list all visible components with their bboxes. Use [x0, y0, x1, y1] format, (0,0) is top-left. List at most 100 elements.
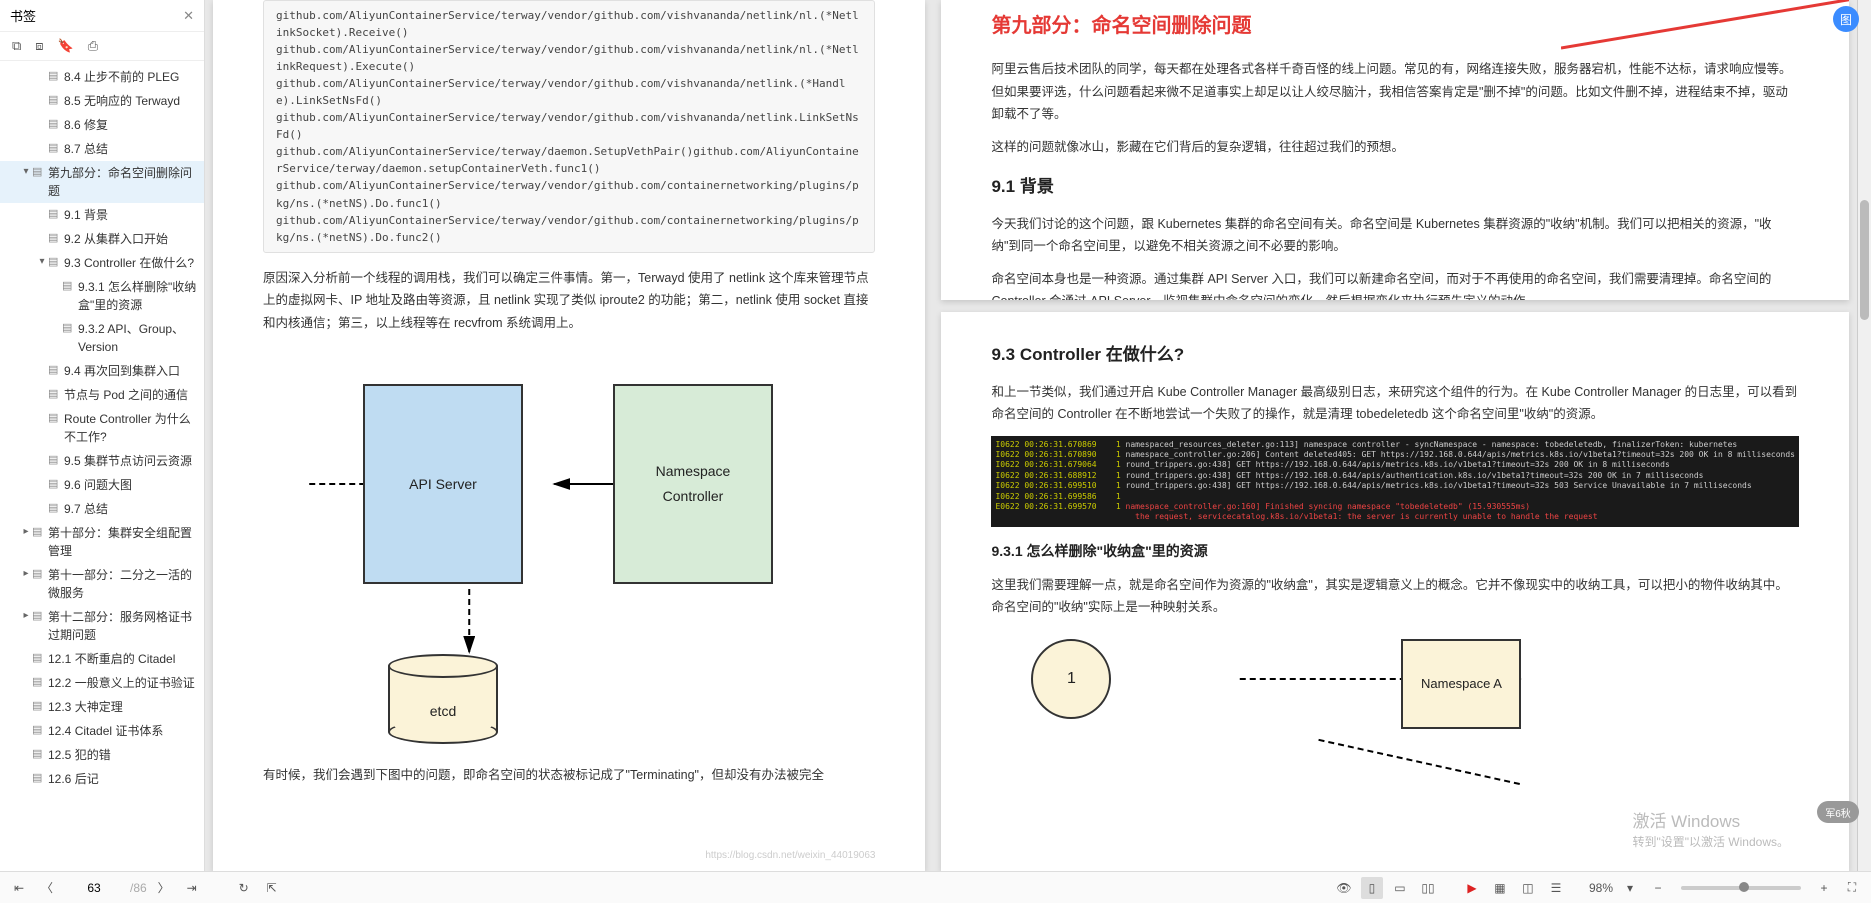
- collapse-all-icon[interactable]: ⧈: [35, 38, 43, 54]
- bookmark-add-icon[interactable]: ⎙: [88, 38, 98, 54]
- bookmark-icon[interactable]: 🔖: [58, 38, 74, 54]
- zoom-slider-thumb[interactable]: [1739, 882, 1749, 892]
- outline-button[interactable]: ☰: [1545, 877, 1567, 899]
- toc-item-label: 9.3.2 API、Group、Version: [78, 320, 198, 356]
- toc-item[interactable]: ▤9.5 集群节点访问云资源: [0, 449, 204, 473]
- toc-item[interactable]: ▤9.4 再次回到集群入口: [0, 359, 204, 383]
- page-number-input[interactable]: [64, 880, 124, 896]
- bookmark-item-icon: ▤: [32, 164, 44, 181]
- bookmark-item-icon: ▤: [62, 320, 74, 337]
- toc-item[interactable]: ▤8.6 修复: [0, 113, 204, 137]
- bookmark-item-icon: ▤: [48, 362, 60, 379]
- next-page-button[interactable]: 〉: [153, 877, 175, 899]
- toc-item-label: 8.4 止步不前的 PLEG: [64, 68, 198, 86]
- sidebar-toolbar: ⧉ ⧈ 🔖 ⎙: [0, 32, 204, 61]
- toc-item[interactable]: ▤12.1 不断重启的 Citadel: [0, 647, 204, 671]
- bookmark-item-icon: ▤: [48, 230, 60, 247]
- prev-page-button[interactable]: 〈: [36, 877, 58, 899]
- toc-item[interactable]: ▤9.1 背景: [0, 203, 204, 227]
- toc-item[interactable]: ▸▤第十部分：集群安全组配置管理: [0, 521, 204, 563]
- etcd-cylinder: etcd: [388, 654, 498, 744]
- mapping-diagram: 1 Namespace A: [991, 629, 1799, 789]
- single-page-view-button[interactable]: ▯: [1361, 877, 1383, 899]
- expand-arrow-icon[interactable]: ▸: [20, 608, 32, 623]
- toc-item[interactable]: ▤8.5 无响应的 Terwayd: [0, 89, 204, 113]
- vertical-scrollbar[interactable]: [1857, 0, 1871, 871]
- assistant-float-button[interactable]: 图: [1833, 6, 1859, 32]
- bookmark-item-icon: ▤: [32, 746, 44, 763]
- sidebar-close-button[interactable]: ✕: [183, 8, 194, 24]
- bookmark-item-icon: ▤: [32, 566, 44, 583]
- toc-item[interactable]: ▤12.2 一般意义上的证书验证: [0, 671, 204, 695]
- toc-item[interactable]: ▤8.4 止步不前的 PLEG: [0, 65, 204, 89]
- toc-item[interactable]: ▾▤第九部分：命名空间删除问题: [0, 161, 204, 203]
- bookmark-item-icon: ▤: [32, 722, 44, 739]
- bookmark-item-icon: ▤: [32, 698, 44, 715]
- fullscreen-button[interactable]: ⛶: [1841, 877, 1863, 899]
- section-title: 第九部分：命名空间删除问题: [991, 8, 1799, 44]
- slideshow-button[interactable]: ▶: [1461, 877, 1483, 899]
- bookmark-item-icon: ▤: [48, 140, 60, 157]
- view-mode-icon[interactable]: 👁: [1333, 877, 1355, 899]
- toc-item[interactable]: ▤9.6 问题大图: [0, 473, 204, 497]
- page-total-label: /86: [130, 881, 147, 895]
- grid-view-button[interactable]: ▦: [1489, 877, 1511, 899]
- toc-item[interactable]: ▤8.7 总结: [0, 137, 204, 161]
- bookmark-item-icon: ▤: [32, 674, 44, 691]
- first-page-button[interactable]: ⇤: [8, 877, 30, 899]
- last-page-button[interactable]: ⇥: [181, 877, 203, 899]
- toc-item-label: 12.1 不断重启的 Citadel: [48, 650, 198, 668]
- export-button[interactable]: ⇱: [261, 877, 283, 899]
- bookmark-item-icon: ▤: [62, 278, 74, 295]
- scroll-thumb[interactable]: [1860, 200, 1869, 320]
- bookmark-item-icon: ▤: [48, 386, 60, 403]
- zoom-out-button[interactable]: −: [1647, 877, 1669, 899]
- api-server-box: API Server: [363, 384, 523, 584]
- expand-arrow-icon[interactable]: ▸: [20, 566, 32, 581]
- expand-arrow-icon[interactable]: ▾: [20, 164, 32, 179]
- bookmark-item-icon: ▤: [32, 650, 44, 667]
- toc-item-label: 9.2 从集群入口开始: [64, 230, 198, 248]
- zoom-dropdown-icon[interactable]: ▾: [1619, 877, 1641, 899]
- toc-item[interactable]: ▤9.3.2 API、Group、Version: [0, 317, 204, 359]
- toc-item[interactable]: ▤节点与 Pod 之间的通信: [0, 383, 204, 407]
- rotate-button[interactable]: ↻: [233, 877, 255, 899]
- paragraph: 和上一节类似，我们通过开启 Kube Controller Manager 最高…: [991, 381, 1799, 426]
- bookmark-item-icon: ▤: [48, 500, 60, 517]
- zoom-in-button[interactable]: +: [1813, 877, 1835, 899]
- paragraph: 这里我们需要理解一点，就是命名空间作为资源的"收纳盒"，其实是逻辑意义上的概念。…: [991, 574, 1799, 619]
- paragraph: 原因深入分析前一个线程的调用栈，我们可以确定三件事情。第一，Terwayd 使用…: [263, 267, 875, 335]
- sidebar-title: 书签: [10, 6, 36, 25]
- toc-item-label: 9.7 总结: [64, 500, 198, 518]
- toc-item[interactable]: ▾▤9.3 Controller 在做什么?: [0, 251, 204, 275]
- toc-item[interactable]: ▸▤第十一部分：二分之一活的微服务: [0, 563, 204, 605]
- toc-item-label: 8.5 无响应的 Terwayd: [64, 92, 198, 110]
- toc-item[interactable]: ▤9.2 从集群入口开始: [0, 227, 204, 251]
- zoom-slider[interactable]: [1681, 886, 1801, 890]
- expand-all-icon[interactable]: ⧉: [12, 38, 21, 54]
- toc-item[interactable]: ▸▤第十二部分：服务网格证书过期问题: [0, 605, 204, 647]
- toc-item-label: 第十部分：集群安全组配置管理: [48, 524, 198, 560]
- expand-arrow-icon[interactable]: ▾: [36, 254, 48, 269]
- bookmark-item-icon: ▤: [48, 476, 60, 493]
- document-viewport: github.com/AliyunContainerService/terway…: [205, 0, 1871, 871]
- page-right-bottom: 9.3 Controller 在做什么? 和上一节类似，我们通过开启 Kube …: [941, 312, 1849, 871]
- toc-item[interactable]: ▤12.5 犯的错: [0, 743, 204, 767]
- toc-item[interactable]: ▤9.3.1 怎么样删除"收纳盒"里的资源: [0, 275, 204, 317]
- toc-item[interactable]: ▤12.4 Citadel 证书体系: [0, 719, 204, 743]
- continuous-view-button[interactable]: ▭: [1389, 877, 1411, 899]
- toc-item[interactable]: ▤9.7 总结: [0, 497, 204, 521]
- toc-item[interactable]: ▤12.3 大神定理: [0, 695, 204, 719]
- toc-item[interactable]: ▤Route Controller 为什么不工作?: [0, 407, 204, 449]
- paragraph: 命名空间本身也是一种资源。通过集群 API Server 入口，我们可以新建命名…: [991, 268, 1799, 300]
- thumbnail-button[interactable]: ◫: [1517, 877, 1539, 899]
- toc-item-label: 9.3.1 怎么样删除"收纳盒"里的资源: [78, 278, 198, 314]
- toc-item-label: 12.6 后记: [48, 770, 198, 788]
- float-badge[interactable]: 军6秋: [1817, 801, 1859, 823]
- heading-9-1: 9.1 背景: [991, 172, 1799, 203]
- toc-item-label: 9.4 再次回到集群入口: [64, 362, 198, 380]
- bookmark-item-icon: ▤: [32, 524, 44, 541]
- expand-arrow-icon[interactable]: ▸: [20, 524, 32, 539]
- two-page-view-button[interactable]: ▯▯: [1417, 877, 1439, 899]
- toc-item[interactable]: ▤12.6 后记: [0, 767, 204, 791]
